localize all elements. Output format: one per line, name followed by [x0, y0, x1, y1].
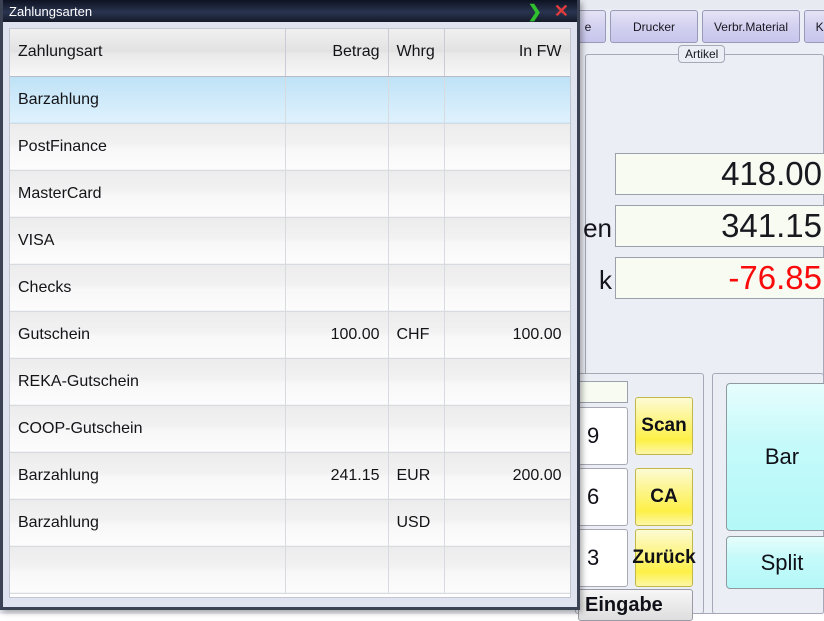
table-header-row: Zahlungsart Betrag Whrg In FW: [10, 29, 570, 76]
cell-in-fw[interactable]: [444, 123, 570, 170]
cell-whrg[interactable]: USD: [388, 499, 444, 546]
amount-label-2: k: [578, 265, 612, 296]
cell-whrg[interactable]: CHF: [388, 311, 444, 358]
table-row[interactable]: MasterCard: [10, 170, 570, 217]
cell-in-fw[interactable]: 100.00: [444, 311, 570, 358]
cell-zahlungsart[interactable]: Gutschein: [10, 311, 285, 358]
cell-whrg[interactable]: [388, 358, 444, 405]
cell-whrg[interactable]: EUR: [388, 452, 444, 499]
next-arrow-icon[interactable]: ❯: [528, 3, 542, 20]
column-header-in-fw[interactable]: In FW: [444, 29, 570, 76]
cell-zahlungsart[interactable]: REKA-Gutschein: [10, 358, 285, 405]
toolbar-button-1[interactable]: Drucker: [610, 10, 698, 43]
cell-in-fw[interactable]: [444, 358, 570, 405]
cell-whrg[interactable]: [388, 546, 444, 593]
cell-zahlungsart[interactable]: Barzahlung: [10, 452, 285, 499]
keypad-key-3[interactable]: 3: [578, 529, 628, 587]
cell-whrg[interactable]: [388, 170, 444, 217]
table-row[interactable]: Barzahlung241.15EUR200.00: [10, 452, 570, 499]
cell-betrag[interactable]: [285, 264, 388, 311]
cell-in-fw[interactable]: [444, 170, 570, 217]
cell-betrag[interactable]: [285, 546, 388, 593]
table-row[interactable]: PostFinance: [10, 123, 570, 170]
dialog-titlebar: Zahlungsarten ❯ ✕: [3, 0, 577, 22]
cell-betrag[interactable]: [285, 170, 388, 217]
table-row[interactable]: [10, 546, 570, 593]
dialog-title: Zahlungsarten: [9, 4, 528, 19]
cell-whrg[interactable]: [388, 217, 444, 264]
cell-in-fw[interactable]: [444, 546, 570, 593]
cell-in-fw[interactable]: [444, 264, 570, 311]
cell-betrag[interactable]: [285, 76, 388, 123]
cell-betrag[interactable]: 100.00: [285, 311, 388, 358]
cell-in-fw[interactable]: [444, 217, 570, 264]
cell-zahlungsart[interactable]: [10, 546, 285, 593]
payment-methods-table: Zahlungsart Betrag Whrg In FW Barzahlung…: [10, 29, 571, 594]
table-row[interactable]: Barzahlung USD: [10, 499, 570, 546]
cell-zahlungsart[interactable]: COOP-Gutschein: [10, 405, 285, 452]
table-row[interactable]: COOP-Gutschein: [10, 405, 570, 452]
cell-zahlungsart[interactable]: VISA: [10, 217, 285, 264]
cell-betrag[interactable]: [285, 358, 388, 405]
cell-in-fw[interactable]: 200.00: [444, 452, 570, 499]
payment-grid-wrapper[interactable]: Zahlungsart Betrag Whrg In FW Barzahlung…: [9, 28, 571, 598]
cell-betrag[interactable]: [285, 405, 388, 452]
keypad-function-ca[interactable]: CA: [635, 468, 693, 526]
cell-zahlungsart[interactable]: Barzahlung: [10, 76, 285, 123]
cell-betrag[interactable]: [285, 499, 388, 546]
table-body: BarzahlungPostFinanceMasterCardVISACheck…: [10, 76, 570, 593]
keypad-enter-button[interactable]: Eingabe: [578, 589, 693, 621]
table-row[interactable]: REKA-Gutschein: [10, 358, 570, 405]
cell-whrg[interactable]: [388, 405, 444, 452]
table-header: Zahlungsart Betrag Whrg In FW: [10, 29, 570, 76]
amount-field-0[interactable]: 418.00: [615, 153, 824, 195]
amount-label-1: en: [578, 213, 612, 244]
amount-field-1[interactable]: 341.15: [615, 205, 824, 247]
table-row[interactable]: Barzahlung: [10, 76, 570, 123]
cell-betrag[interactable]: [285, 123, 388, 170]
table-row[interactable]: Gutschein100.00CHF100.00: [10, 311, 570, 358]
cell-whrg[interactable]: [388, 123, 444, 170]
toolbar-button-3[interactable]: Ko: [804, 10, 824, 43]
keypad-key-6[interactable]: 6: [578, 468, 628, 526]
cell-whrg[interactable]: [388, 76, 444, 123]
cell-zahlungsart[interactable]: MasterCard: [10, 170, 285, 217]
keypad-function-zurück[interactable]: Zurück: [635, 529, 693, 587]
cell-in-fw[interactable]: [444, 499, 570, 546]
close-icon[interactable]: ✕: [554, 2, 569, 20]
toolbar-button-2[interactable]: Verbr.Material: [702, 10, 800, 43]
payment-methods-dialog: Zahlungsarten ❯ ✕ Zahlungsart Betrag Whr…: [0, 0, 580, 610]
pay-button-split[interactable]: Split: [726, 536, 824, 589]
column-header-whrg[interactable]: Whrg: [388, 29, 444, 76]
cell-betrag[interactable]: [285, 217, 388, 264]
table-row[interactable]: VISA: [10, 217, 570, 264]
keypad-display[interactable]: [578, 381, 628, 403]
column-header-zahlungsart[interactable]: Zahlungsart: [10, 29, 285, 76]
cell-whrg[interactable]: [388, 264, 444, 311]
column-header-betrag[interactable]: Betrag: [285, 29, 388, 76]
keypad-key-9[interactable]: 9: [578, 407, 628, 465]
cell-in-fw[interactable]: [444, 76, 570, 123]
cell-in-fw[interactable]: [444, 405, 570, 452]
amount-field-2[interactable]: -76.85: [615, 257, 824, 299]
table-row[interactable]: Checks: [10, 264, 570, 311]
keypad-function-scan[interactable]: Scan: [635, 397, 693, 455]
cell-zahlungsart[interactable]: Checks: [10, 264, 285, 311]
cell-betrag[interactable]: 241.15: [285, 452, 388, 499]
pay-button-bar[interactable]: Bar: [726, 383, 824, 531]
cell-zahlungsart[interactable]: Barzahlung: [10, 499, 285, 546]
cell-zahlungsart[interactable]: PostFinance: [10, 123, 285, 170]
artikel-group-label: Artikel: [678, 45, 725, 63]
